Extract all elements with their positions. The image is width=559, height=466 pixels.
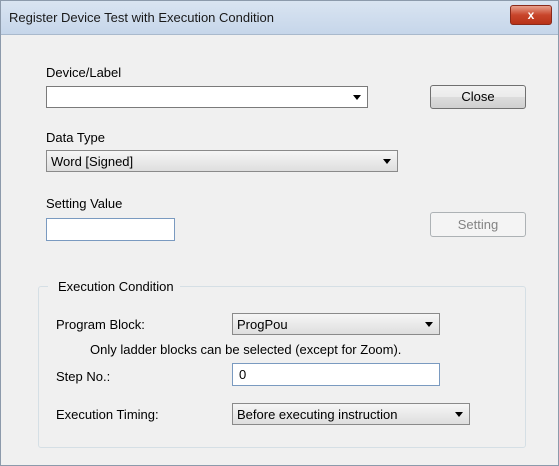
close-icon: x — [527, 8, 535, 22]
chevron-down-icon[interactable] — [455, 412, 463, 417]
execution-timing-dropdown[interactable]: Before executing instruction — [232, 403, 470, 425]
window-title: Register Device Test with Execution Cond… — [9, 10, 274, 25]
device-label-combobox[interactable] — [46, 86, 368, 108]
close-window-button[interactable]: x — [510, 5, 552, 25]
dialog-window: Register Device Test with Execution Cond… — [0, 0, 559, 466]
chevron-down-icon[interactable] — [425, 322, 433, 327]
execution-condition-title: Execution Condition — [48, 279, 180, 294]
close-button-label: Close — [461, 89, 495, 104]
title-bar[interactable]: Register Device Test with Execution Cond… — [1, 1, 558, 35]
setting-button[interactable]: Setting — [430, 212, 526, 237]
device-label-label: Device/Label — [46, 65, 122, 80]
chevron-down-icon[interactable] — [383, 159, 391, 164]
execution-timing-label: Execution Timing: — [56, 407, 159, 422]
program-block-note: Only ladder blocks can be selected (exce… — [90, 342, 402, 357]
execution-timing-value: Before executing instruction — [237, 407, 398, 422]
setting-value-label: Setting Value — [46, 196, 123, 211]
program-block-value: ProgPou — [237, 317, 288, 332]
step-no-value: 0 — [239, 367, 247, 382]
program-block-label: Program Block: — [56, 317, 145, 332]
setting-button-label: Setting — [457, 217, 499, 232]
data-type-label: Data Type — [46, 130, 106, 145]
data-type-dropdown[interactable]: Word [Signed] — [46, 150, 398, 172]
close-button[interactable]: Close — [430, 85, 526, 109]
program-block-dropdown[interactable]: ProgPou — [232, 313, 440, 335]
chevron-down-icon[interactable] — [353, 95, 361, 100]
data-type-value: Word [Signed] — [51, 154, 134, 169]
setting-value-input[interactable] — [46, 218, 175, 241]
step-no-label: Step No.: — [56, 369, 111, 384]
step-no-input[interactable]: 0 — [232, 363, 440, 386]
